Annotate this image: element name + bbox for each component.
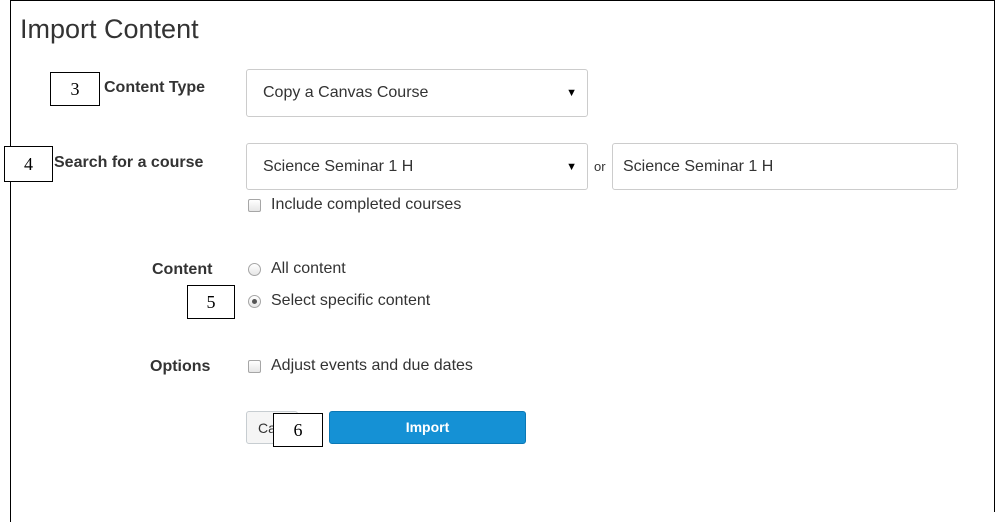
course-select[interactable]: Science Seminar 1 H ▼: [246, 143, 588, 190]
select-specific-content-radio[interactable]: [248, 295, 261, 308]
content-type-select[interactable]: Copy a Canvas Course ▼: [246, 69, 588, 117]
chevron-down-icon: ▼: [566, 160, 577, 173]
step-marker-6: 6: [273, 413, 323, 447]
all-content-radio[interactable]: [248, 263, 261, 276]
frame-border-left: [10, 0, 11, 522]
step-marker-4: 4: [4, 146, 53, 182]
step-marker-5: 5: [187, 285, 235, 319]
or-separator: or: [594, 159, 606, 174]
course-select-value: Science Seminar 1 H: [263, 157, 414, 175]
frame-border-top: [10, 0, 995, 1]
options-label: Options: [150, 358, 211, 375]
include-completed-checkbox[interactable]: [248, 199, 261, 212]
adjust-dates-checkbox[interactable]: [248, 360, 261, 373]
search-course-label: Search for a course: [54, 154, 204, 171]
content-label: Content: [152, 261, 213, 278]
frame-border-right: [994, 0, 995, 512]
adjust-dates-label: Adjust events and due dates: [271, 357, 473, 374]
import-button[interactable]: Import: [329, 411, 526, 444]
page-title: Import Content: [20, 14, 199, 44]
content-type-select-value: Copy a Canvas Course: [263, 84, 429, 101]
include-completed-label: Include completed courses: [271, 196, 462, 213]
step-marker-3: 3: [50, 72, 100, 106]
chevron-down-icon: ▼: [566, 87, 577, 99]
select-specific-content-label: Select specific content: [271, 292, 431, 309]
course-search-input[interactable]: [612, 143, 958, 190]
all-content-label: All content: [271, 260, 346, 277]
content-type-label: Content Type: [104, 79, 206, 96]
